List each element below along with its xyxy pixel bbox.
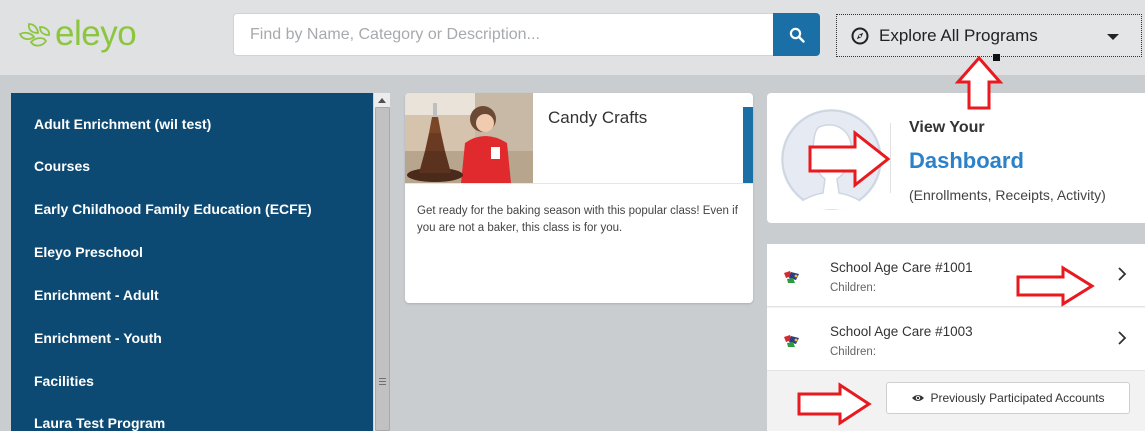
previously-participated-accounts-button[interactable]: Previously Participated Accounts [886, 382, 1130, 414]
account-name: School Age Care #1001 [830, 260, 973, 275]
search-input[interactable] [233, 13, 773, 56]
sidebar-item-ecfe[interactable]: Early Childhood Family Education (ECFE) [34, 201, 312, 217]
logo-text: eleyo [55, 14, 137, 53]
dashboard-link[interactable]: Dashboard [909, 148, 1024, 174]
sidebar-item-courses[interactable]: Courses [34, 158, 90, 174]
sidebar-scrollbar[interactable] [373, 93, 390, 431]
dashboard-subtitle: (Enrollments, Receipts, Activity) [909, 187, 1106, 203]
program-title[interactable]: Candy Crafts [548, 108, 647, 128]
chevron-right-icon[interactable] [1117, 330, 1127, 351]
scroll-grip [379, 378, 386, 387]
red-arrow-icon [955, 56, 1003, 110]
red-arrow-icon [1016, 265, 1095, 307]
explore-programs-dropdown[interactable]: Explore All Programs [836, 14, 1142, 57]
account-name: School Age Care #1003 [830, 324, 973, 339]
explore-programs-label: Explore All Programs [879, 25, 1038, 45]
divider [405, 183, 753, 184]
scroll-up-arrow[interactable] [374, 93, 390, 107]
sidebar-item-adult-enrichment[interactable]: Adult Enrichment (wil test) [34, 116, 211, 132]
sidebar-item-facilities[interactable]: Facilities [34, 373, 94, 389]
logo[interactable]: eleyo [16, 14, 137, 53]
program-description: Get ready for the baking season with thi… [417, 205, 738, 234]
compass-icon [851, 27, 869, 44]
eye-icon [911, 393, 925, 403]
chevron-down-icon [1107, 34, 1119, 40]
program-category-sidebar: Adult Enrichment (wil test) Courses Earl… [11, 93, 373, 431]
search-icon [789, 27, 805, 43]
red-arrow-icon [808, 130, 891, 188]
previous-accounts-label: Previously Participated Accounts [930, 391, 1105, 405]
sidebar-item-eleyo-preschool[interactable]: Eleyo Preschool [34, 244, 143, 260]
account-row[interactable]: School Age Care #1003 Children: [767, 308, 1145, 371]
account-children-label: Children: [830, 346, 877, 358]
program-photo [405, 93, 533, 183]
account-flag-icon [783, 334, 801, 353]
red-arrow-icon [797, 382, 872, 426]
dashboard-view-label: View Your [909, 119, 985, 136]
chevron-right-icon[interactable] [1117, 266, 1127, 287]
program-card-accent [743, 107, 753, 183]
sidebar-item-enrichment-youth[interactable]: Enrichment - Youth [34, 330, 162, 346]
program-card[interactable]: Candy Crafts Get ready for the baking se… [405, 93, 753, 303]
sidebar-item-laura-test-program[interactable]: Laura Test Program [34, 415, 165, 431]
search-button[interactable] [773, 13, 820, 56]
scroll-thumb[interactable] [375, 107, 390, 431]
account-flag-icon [783, 270, 801, 289]
sidebar-item-enrichment-adult[interactable]: Enrichment - Adult [34, 287, 159, 303]
account-children-label: Children: [830, 282, 877, 294]
leaf-logo-icon [18, 22, 51, 47]
